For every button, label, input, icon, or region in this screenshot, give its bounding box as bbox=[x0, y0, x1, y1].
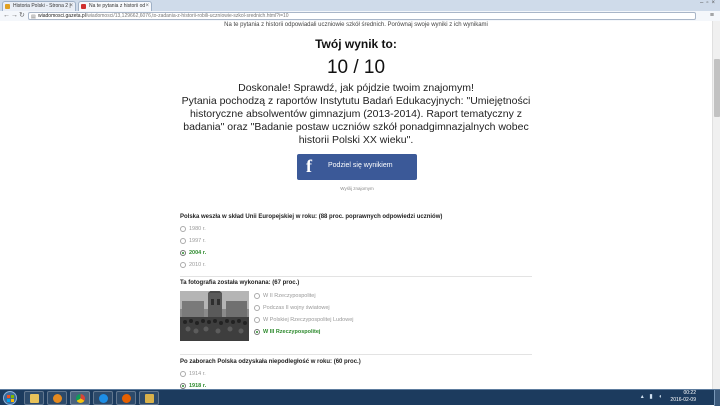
result-description: Doskonale! Sprawdź, jak pójdzie twoim zn… bbox=[170, 82, 542, 147]
show-desktop-button[interactable] bbox=[714, 390, 720, 406]
firefox-icon[interactable] bbox=[116, 391, 136, 405]
radio-button-selected[interactable] bbox=[254, 329, 260, 335]
radio-button[interactable] bbox=[254, 305, 260, 311]
window-controls[interactable]: –▫× bbox=[700, 0, 718, 6]
answer-label: 2004 r. bbox=[189, 250, 207, 256]
url-path: /wiadomosci/13,129662,6076,to-zadania-z-… bbox=[85, 13, 289, 19]
radio-button[interactable] bbox=[180, 226, 186, 232]
tab-label: Na te pytania z historii od bbox=[89, 3, 146, 9]
question-3: Po zaborach Polska odzyskała niepodległo… bbox=[180, 359, 532, 389]
tab-close-icon[interactable]: × bbox=[69, 2, 73, 11]
answer-option[interactable]: 1980 r. bbox=[180, 223, 532, 235]
answer-list: W II Rzeczypospolitej Podczas II wojny ś… bbox=[254, 290, 524, 338]
answer-option[interactable]: 1997 r. bbox=[180, 235, 532, 247]
forward-icon[interactable]: → bbox=[11, 12, 18, 20]
answer-option[interactable]: W Polskiej Rzeczypospolitej Ludowej bbox=[254, 314, 524, 326]
navigation-bar: ← → ↻ ▤ wiadomosci.gazeta.pl/wiadomosci/… bbox=[0, 11, 720, 21]
taskbar: ▴ ▮ ◖ 00:22 2016-02-09 bbox=[0, 389, 720, 406]
windows-logo-icon bbox=[7, 395, 14, 402]
answer-option[interactable]: 2010 r. bbox=[180, 259, 532, 271]
tab-favicon-icon bbox=[5, 4, 10, 9]
folder-icon[interactable] bbox=[139, 391, 159, 405]
clock-date: 2016-02-09 bbox=[670, 397, 696, 403]
score: 10 / 10 bbox=[326, 57, 386, 78]
page-top-line: Na te pytania z historii odpowiadali ucz… bbox=[224, 22, 488, 28]
question-divider bbox=[180, 354, 532, 355]
facebook-share-button[interactable]: f Podziel się wynikiem bbox=[297, 154, 417, 180]
send-to-friends-link[interactable]: Wyślij znajomym bbox=[297, 186, 417, 191]
reload-icon[interactable]: ↻ bbox=[19, 12, 25, 20]
answer-option-correct[interactable]: W III Rzeczypospolitej bbox=[254, 326, 524, 338]
answer-label: 1980 r. bbox=[189, 226, 206, 232]
start-button[interactable] bbox=[3, 391, 17, 405]
question-title: Ta fotografia została wykonana: (67 proc… bbox=[180, 280, 300, 286]
result-title: Twój wynik to: bbox=[315, 37, 397, 51]
tab-label: Historia Polski - Strona 2 | bbox=[13, 3, 71, 9]
description-line-1: Doskonale! Sprawdź, jak pójdzie twoim zn… bbox=[238, 82, 474, 94]
system-tray-icons[interactable]: ▴ ▮ ◖ bbox=[641, 393, 664, 400]
question-title: Po zaborach Polska odzyskała niepodległo… bbox=[180, 359, 361, 365]
radio-button[interactable] bbox=[180, 238, 186, 244]
facebook-share-label: Podziel się wynikiem bbox=[328, 162, 393, 169]
page-content: Na te pytania z historii odpowiadali ucz… bbox=[0, 21, 712, 389]
description-line-2: Pytania pochodzą z raportów Instytutu Ba… bbox=[181, 95, 531, 146]
question-1: Polska weszła w skład Unii Europejskiej … bbox=[180, 214, 532, 271]
address-bar[interactable]: ▤ wiadomosci.gazeta.pl/wiadomosci/13,129… bbox=[28, 12, 696, 20]
answer-option-correct[interactable]: 1918 r. bbox=[180, 380, 532, 389]
windows-explorer-icon[interactable] bbox=[24, 391, 44, 405]
menu-icon[interactable]: ≡ bbox=[710, 12, 714, 19]
answer-option[interactable]: W II Rzeczypospolitej bbox=[254, 290, 524, 302]
media-player-icon[interactable] bbox=[47, 391, 67, 405]
answer-label: W Polskiej Rzeczypospolitej Ludowej bbox=[263, 317, 354, 323]
clock-time: 00:22 bbox=[683, 390, 696, 396]
answer-label: 2010 r. bbox=[189, 262, 206, 268]
answer-option[interactable]: 1914 r. bbox=[180, 368, 532, 380]
answer-label: 1914 r. bbox=[189, 371, 206, 377]
page-icon: ▤ bbox=[31, 14, 36, 20]
tab-favicon-icon bbox=[81, 4, 86, 9]
question-2: Ta fotografia została wykonana: (67 proc… bbox=[180, 280, 532, 352]
question-title: Polska weszła w skład Unii Europejskiej … bbox=[180, 214, 443, 220]
internet-explorer-icon[interactable] bbox=[93, 391, 113, 405]
vertical-scrollbar[interactable] bbox=[712, 21, 720, 389]
radio-button-selected[interactable] bbox=[180, 250, 186, 256]
question-divider bbox=[180, 276, 532, 277]
facebook-icon: f bbox=[306, 156, 312, 176]
radio-button[interactable] bbox=[254, 293, 260, 299]
tab-historia-polski[interactable]: Historia Polski - Strona 2 | × bbox=[2, 1, 76, 11]
answer-option-correct[interactable]: 2004 r. bbox=[180, 247, 532, 259]
answer-label: W II Rzeczypospolitej bbox=[263, 293, 316, 299]
answer-label: 1997 r. bbox=[189, 238, 206, 244]
radio-button[interactable] bbox=[254, 317, 260, 323]
browser-chrome: Historia Polski - Strona 2 | × Na te pyt… bbox=[0, 0, 720, 21]
back-icon[interactable]: ← bbox=[3, 12, 10, 20]
answer-label: Podczas II wojny światowej bbox=[263, 305, 330, 311]
url-domain: wiadomosci.gazeta.pl bbox=[38, 13, 86, 19]
answer-label: W III Rzeczypospolitej bbox=[263, 329, 321, 335]
clock[interactable]: 00:22 2016-02-09 bbox=[670, 390, 696, 404]
tab-close-icon[interactable]: × bbox=[145, 2, 149, 11]
radio-button[interactable] bbox=[180, 371, 186, 377]
tab-quiz[interactable]: Na te pytania z historii od × bbox=[78, 1, 152, 11]
tab-strip: Historia Polski - Strona 2 | × Na te pyt… bbox=[0, 0, 720, 11]
chrome-icon[interactable] bbox=[70, 391, 90, 405]
answer-option[interactable]: Podczas II wojny światowej bbox=[254, 302, 524, 314]
scrollbar-thumb[interactable] bbox=[714, 59, 720, 117]
historical-photo bbox=[180, 291, 249, 341]
radio-button[interactable] bbox=[180, 262, 186, 268]
